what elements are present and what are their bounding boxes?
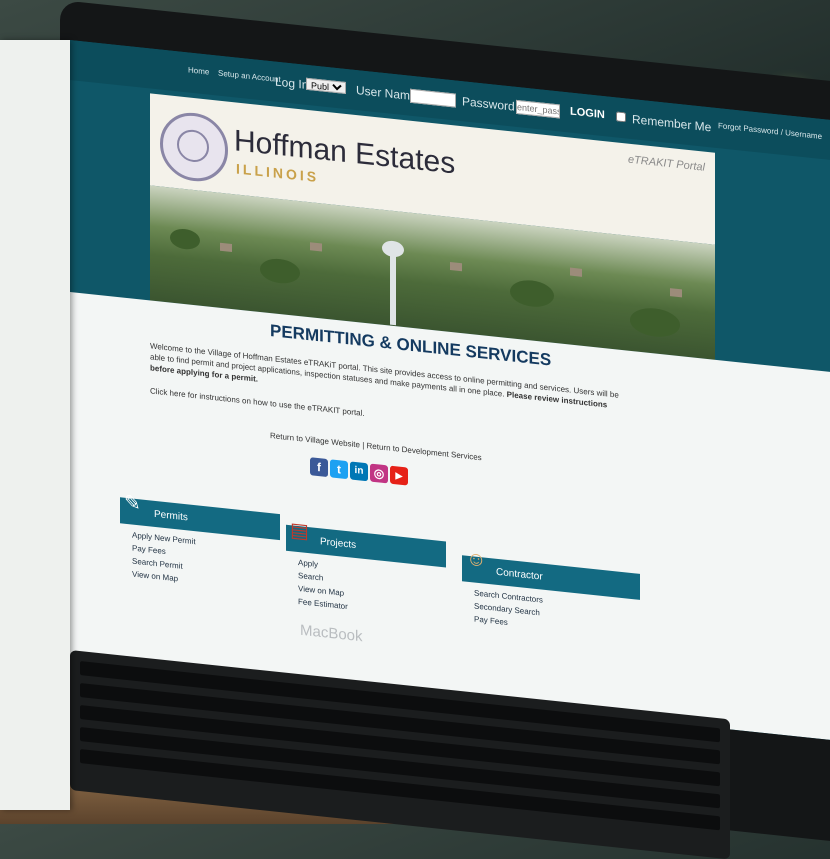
forgot-password-link[interactable]: Forgot Password / Username [718,121,822,141]
portal-label: eTRAKIT Portal [627,153,705,174]
instagram-icon[interactable]: ◎ [370,463,388,484]
password-input[interactable] [516,99,560,119]
house [220,242,232,253]
house [310,242,322,252]
contractor-panel: ☺ Contractor Search Contractors Secondar… [462,548,640,645]
contractor-title: Contractor [496,566,543,583]
paper-sheet [0,40,70,810]
linkedin-icon[interactable]: in [350,461,368,482]
username-input[interactable] [410,88,456,108]
login-button[interactable]: LOGIN [564,104,611,123]
binders-icon: ▤ [290,519,309,544]
home-link[interactable]: Home [188,65,209,76]
tree [510,278,554,309]
laptop-screen: Home Setup an Account Log In Public User… [70,40,830,740]
setup-account-link[interactable]: Setup an Account [218,69,281,85]
house [570,267,582,277]
projects-title: Projects [320,536,357,552]
social-icons: f t in ◎ ▶ [310,457,408,486]
youtube-icon[interactable]: ▶ [390,465,408,486]
village-seal-logo [160,109,228,185]
tree [170,227,200,251]
remember-me-checkbox[interactable] [616,111,626,123]
pencil-icon: ✎ [124,491,141,516]
house [670,288,682,298]
projects-panel: ▤ Projects Apply Search View on Map Fee … [286,519,446,626]
remember-me-label: Remember Me [632,112,712,135]
password-label: Password [462,94,515,114]
tree [630,305,680,340]
permits-title: Permits [154,508,188,524]
login-type-select[interactable]: Public [306,77,346,95]
return-links[interactable]: Return to Village Website | Return to De… [270,431,482,462]
username-label: User Name [356,83,417,104]
twitter-icon[interactable]: t [330,459,348,480]
house [450,261,462,272]
login-label: Log In [275,74,309,93]
facebook-icon[interactable]: f [310,457,328,478]
water-tower-leg [390,254,396,326]
permits-panel: ✎ Permits Apply New Permit Pay Fees Sear… [120,492,280,598]
people-icon: ☺ [466,547,487,572]
tree [260,256,300,286]
